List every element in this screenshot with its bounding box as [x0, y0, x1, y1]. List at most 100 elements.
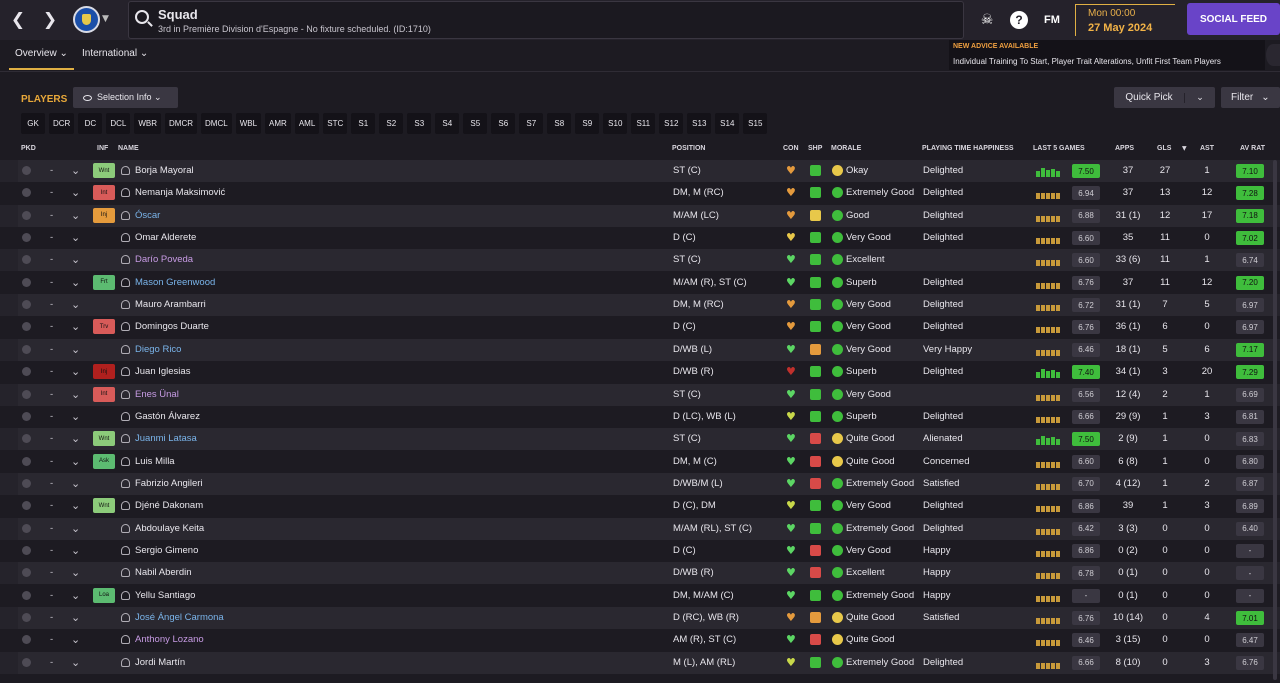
table-row[interactable]: - ⌄ Nabil Aberdin D/WB (R) ♥ Excellent Happy 6.… — [0, 562, 1280, 585]
col-apps[interactable]: APPS — [1115, 145, 1134, 152]
skull-icon[interactable]: ☠ — [978, 11, 996, 29]
col-playing-time-happiness[interactable]: PLAYING TIME HAPPINESS — [922, 145, 1014, 152]
position-button[interactable]: S9 — [575, 113, 600, 134]
chevron-down-icon[interactable]: ⌄ — [71, 499, 80, 512]
player-name[interactable]: Mauro Arambarri — [135, 299, 206, 310]
chevron-down-icon[interactable]: ⌄ — [71, 544, 80, 557]
player-name[interactable]: Borja Mayoral — [135, 165, 194, 176]
inf-badge[interactable]: Int — [93, 185, 115, 201]
selection-info-button[interactable]: Selection Info ⌄ — [73, 87, 178, 108]
player-name[interactable]: Yellu Santiago — [135, 590, 195, 601]
position-button[interactable]: S1 — [351, 113, 376, 134]
table-row[interactable]: - ⌄ Darío Poveda ST (C) ♥ Excellent 6.60 33 (6)… — [0, 249, 1280, 272]
forward-arrow-icon[interactable]: ❯ — [38, 8, 62, 32]
player-name[interactable]: Juanmi Latasa — [135, 433, 197, 444]
col-inf[interactable]: INF — [97, 145, 108, 152]
table-row[interactable]: - ⌄ Ask Luis Milla DM, M (C) ♥ Quite Good Conce… — [0, 451, 1280, 473]
player-name[interactable]: Luis Milla — [135, 456, 175, 467]
position-button[interactable]: DMCR — [165, 113, 198, 134]
player-name[interactable]: José Ángel Carmona — [135, 612, 224, 623]
table-row[interactable]: - ⌄ Int Enes Ünal ST (C) ♥ Very Good 6.56 12 (4)… — [0, 383, 1280, 406]
chevron-down-icon[interactable]: ⌄ — [71, 276, 80, 289]
table-row[interactable]: - ⌄ Mauro Arambarri DM, M (RC) ♥ Very Good Del… — [0, 294, 1280, 317]
player-name[interactable]: Darío Poveda — [135, 254, 193, 265]
chevron-down-icon[interactable]: ⌄ — [71, 209, 80, 222]
inf-badge[interactable]: Loa — [93, 587, 115, 603]
pkd-icon[interactable] — [22, 456, 31, 466]
advice-banner[interactable]: NEW ADVICE AVAILABLE Individual Training… — [949, 40, 1265, 70]
inf-badge[interactable]: Frt — [93, 274, 115, 290]
table-row[interactable]: - ⌄ Loa Yellu Santiago DM, M/AM (C) ♥ Extremel… — [0, 585, 1280, 607]
position-button[interactable]: S3 — [407, 113, 432, 134]
inf-badge[interactable]: Inj — [93, 207, 115, 223]
position-button[interactable]: DMCL — [201, 113, 232, 134]
table-row[interactable]: - ⌄ Sergio Gimeno D (C) ♥ Very Good Happy 6.86 0… — [0, 540, 1280, 562]
position-button[interactable]: STC — [323, 113, 348, 134]
pkd-icon[interactable] — [22, 590, 31, 600]
chevron-down-icon[interactable]: ⌄ — [71, 298, 80, 311]
inf-badge[interactable]: Trv — [93, 319, 115, 335]
scrollbar[interactable] — [1273, 160, 1277, 680]
player-name[interactable]: Juan Iglesias — [135, 366, 190, 377]
chevron-down-icon[interactable]: ⌄ — [71, 633, 80, 646]
player-name[interactable]: Sergio Gimeno — [135, 545, 198, 556]
chevron-down-icon[interactable]: ⌄ — [71, 365, 80, 378]
table-row[interactable]: - ⌄ Frt Mason Greenwood M/AM (R), ST (C) ♥ Sup… — [0, 272, 1280, 294]
position-button[interactable]: AMR — [265, 113, 291, 134]
pkd-icon[interactable] — [22, 344, 31, 354]
back-arrow-icon[interactable]: ❮ — [6, 8, 30, 32]
col-morale[interactable]: MORALE — [831, 145, 861, 152]
pkd-icon[interactable] — [22, 166, 31, 175]
col-position[interactable]: POSITION — [672, 145, 705, 152]
pkd-icon[interactable] — [22, 657, 31, 667]
player-name[interactable]: Fabrizio Angileri — [135, 478, 203, 489]
player-name[interactable]: Enes Ünal — [135, 389, 179, 400]
pkd-icon[interactable] — [22, 523, 31, 533]
position-button[interactable]: DCL — [106, 113, 131, 134]
position-button[interactable]: S7 — [519, 113, 544, 134]
chevron-down-icon[interactable]: ⌄ — [71, 164, 80, 177]
help-icon[interactable]: ? — [1010, 11, 1028, 29]
chevron-down-icon[interactable]: ⌄ — [71, 589, 80, 602]
chevron-down-icon[interactable]: ⌄ — [71, 388, 80, 401]
search-icon[interactable] — [135, 10, 149, 24]
col-pkd[interactable]: PKD — [21, 145, 36, 152]
club-crest-icon[interactable] — [73, 6, 100, 33]
col-gls[interactable]: GLS — [1157, 145, 1171, 152]
pkd-icon[interactable] — [22, 277, 31, 287]
position-button[interactable]: S2 — [379, 113, 404, 134]
inf-badge[interactable]: Wnt — [93, 431, 115, 447]
table-row[interactable]: - ⌄ Trv Domingos Duarte D (C) ♥ Very Good Delig… — [0, 316, 1280, 338]
table-row[interactable]: - ⌄ Wnt Juanmi Latasa ST (C) ♥ Quite Good Alien… — [0, 428, 1280, 451]
position-button[interactable]: S15 — [743, 113, 768, 134]
table-row[interactable]: - ⌄ José Ángel Carmona D (RC), WB (R) ♥ Quite… — [0, 607, 1280, 629]
table-row[interactable]: - ⌄ Anthony Lozano AM (R), ST (C) ♥ Quite Goo… — [0, 629, 1280, 651]
table-row[interactable]: - ⌄ Inj Juan Iglesias D/WB (R) ♥ Superb Delight… — [0, 361, 1280, 383]
fm-logo[interactable]: FM — [1040, 11, 1064, 29]
position-button[interactable]: S6 — [491, 113, 516, 134]
player-name[interactable]: Djéné Dakonam — [135, 500, 203, 511]
chevron-down-icon[interactable]: ⌄ — [71, 432, 80, 445]
chevron-down-icon[interactable]: ▼ — [102, 14, 109, 24]
position-button[interactable]: DC — [78, 113, 103, 134]
chevron-down-icon[interactable]: ⌄ — [71, 320, 80, 333]
col-name[interactable]: NAME — [118, 145, 139, 152]
tab-international[interactable]: International ⌄ — [82, 48, 148, 59]
player-name[interactable]: Mason Greenwood — [135, 277, 215, 288]
position-button[interactable]: S12 — [659, 113, 684, 134]
player-name[interactable]: Jordi Martín — [135, 657, 185, 668]
col-last5[interactable]: LAST 5 GAMES — [1033, 145, 1085, 152]
table-row[interactable]: - ⌄ Wnt Djéné Dakonam D (C), DM ♥ Very Good Del… — [0, 495, 1280, 517]
player-name[interactable]: Abdoulaye Keita — [135, 523, 204, 534]
table-row[interactable]: - ⌄ Omar Alderete D (C) ♥ Very Good Delighted 6… — [0, 227, 1280, 249]
table-row[interactable]: - ⌄ Diego Rico D/WB (L) ♥ Very Good Very Happy… — [0, 338, 1280, 361]
col-av-rat[interactable]: AV RAT — [1240, 145, 1265, 152]
chevron-down-icon[interactable]: ⌄ — [71, 410, 80, 423]
player-name[interactable]: Domingos Duarte — [135, 321, 209, 332]
table-row[interactable]: - ⌄ Fabrizio Angileri D/WB/M (L) ♥ Extremely … — [0, 472, 1280, 495]
player-name[interactable]: Nabil Aberdin — [135, 567, 192, 578]
inf-badge[interactable]: Int — [93, 386, 115, 402]
position-button[interactable]: DCR — [49, 113, 75, 134]
table-row[interactable]: - ⌄ Gastón Álvarez D (LC), WB (L) ♥ Superb Del… — [0, 406, 1280, 428]
table-row[interactable]: - ⌄ Wnt Borja Mayoral ST (C) ♥ Okay Delighted 7.… — [0, 160, 1280, 182]
